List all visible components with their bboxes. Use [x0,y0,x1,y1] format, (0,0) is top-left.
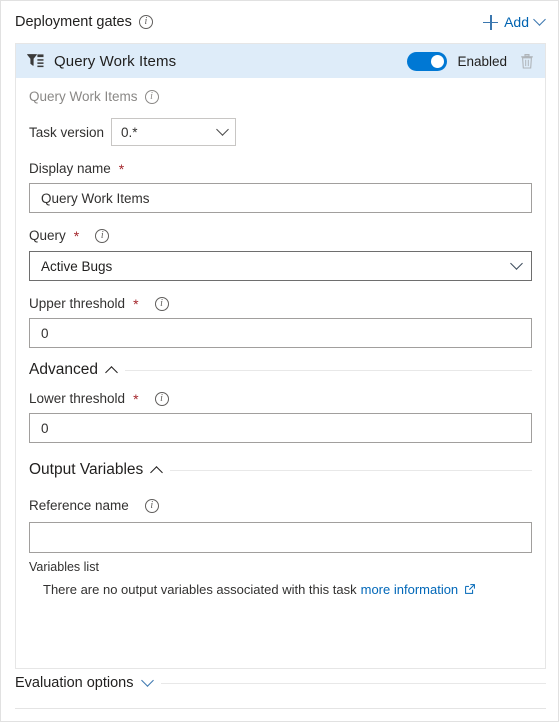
enabled-toggle-label: Enabled [457,53,507,69]
add-button-label: Add [504,14,529,30]
info-icon[interactable]: i [154,391,169,406]
display-name-label-row: Display name * [29,161,532,176]
section-divider [170,469,532,471]
more-information-link[interactable]: more information [361,582,459,597]
section-advanced-title: Advanced [29,361,98,378]
required-marker: * [118,160,125,177]
variables-list-label: Variables list [29,560,99,574]
section-advanced[interactable]: Advanced [29,361,532,379]
task-version-row: Task version 0.* [29,118,532,146]
upper-threshold-input[interactable]: 0 [29,318,532,348]
chevron-up-icon [150,465,164,479]
query-value: Active Bugs [41,258,113,274]
upper-threshold-label-row: Upper threshold * i [29,296,532,311]
info-icon[interactable]: i [154,296,169,311]
enabled-toggle[interactable] [407,51,448,71]
lower-threshold-label: Lower threshold [29,391,126,406]
query-label: Query [29,228,66,243]
task-version-value: 0.* [121,124,138,140]
chevron-down-icon [140,673,154,687]
section-output-variables[interactable]: Output Variables [29,461,532,479]
lower-threshold-value: 0 [41,420,49,436]
gate-task-card: Query Work Items Enabled Query Work Item… [15,43,546,669]
variables-empty-text: There are no output variables associated… [43,582,357,597]
upper-threshold-value: 0 [41,325,49,341]
required-marker: * [73,227,80,244]
section-evaluation-options[interactable]: Evaluation options [15,673,546,691]
display-name-label: Display name [29,161,111,176]
page-title: Deployment gates [15,14,132,30]
gate-task-header-actions: Enabled [407,51,535,71]
info-icon[interactable]: i [144,89,159,104]
chevron-up-icon [105,365,118,379]
section-output-variables-title: Output Variables [29,461,144,478]
section-evaluation-options-title: Evaluation options [15,675,134,691]
gate-task-form: Query Work Items i Task version 0.* Disp… [16,78,545,597]
task-version-label: Task version [29,124,105,140]
display-name-input[interactable]: Query Work Items [29,183,532,213]
bottom-divider [15,708,546,709]
chevron-down-icon [216,122,229,136]
lower-threshold-input[interactable]: 0 [29,413,532,443]
required-marker: * [133,295,139,312]
section-divider [160,682,546,684]
plus-icon [483,14,499,30]
task-subtitle-row: Query Work Items i [29,78,532,104]
gates-title-wrap: Deployment gates i [15,13,153,31]
variables-list-empty-note: There are no output variables associated… [29,582,532,597]
query-select[interactable]: Active Bugs [29,251,532,281]
info-icon[interactable]: i [95,228,110,243]
chevron-down-icon [533,12,546,26]
reference-name-label: Reference name [29,498,129,513]
upper-threshold-label: Upper threshold [29,296,126,311]
task-version-select[interactable]: 0.* [111,118,237,146]
deployment-gates-panel: Deployment gates i Add Query Work Items [0,0,559,722]
toggle-knob [431,54,445,68]
gate-task-title: Query Work Items [54,52,177,70]
add-gate-button[interactable]: Add [483,12,546,30]
query-label-row: Query * i [29,228,532,243]
reference-name-label-row: Reference name i [29,498,532,513]
section-divider [124,369,532,371]
chevron-down-icon [510,256,523,270]
gates-header: Deployment gates i Add [15,7,546,37]
query-work-items-icon [27,53,44,70]
lower-threshold-label-row: Lower threshold * i [29,391,532,406]
external-link-icon [465,582,476,594]
trash-icon[interactable] [519,53,535,70]
info-icon[interactable]: i [138,15,153,29]
reference-name-input[interactable] [29,522,532,553]
required-marker: * [133,390,139,407]
task-subtitle: Query Work Items [29,89,138,104]
info-icon[interactable]: i [144,498,159,513]
display-name-value: Query Work Items [41,190,150,206]
gate-task-header: Query Work Items Enabled [16,44,545,78]
